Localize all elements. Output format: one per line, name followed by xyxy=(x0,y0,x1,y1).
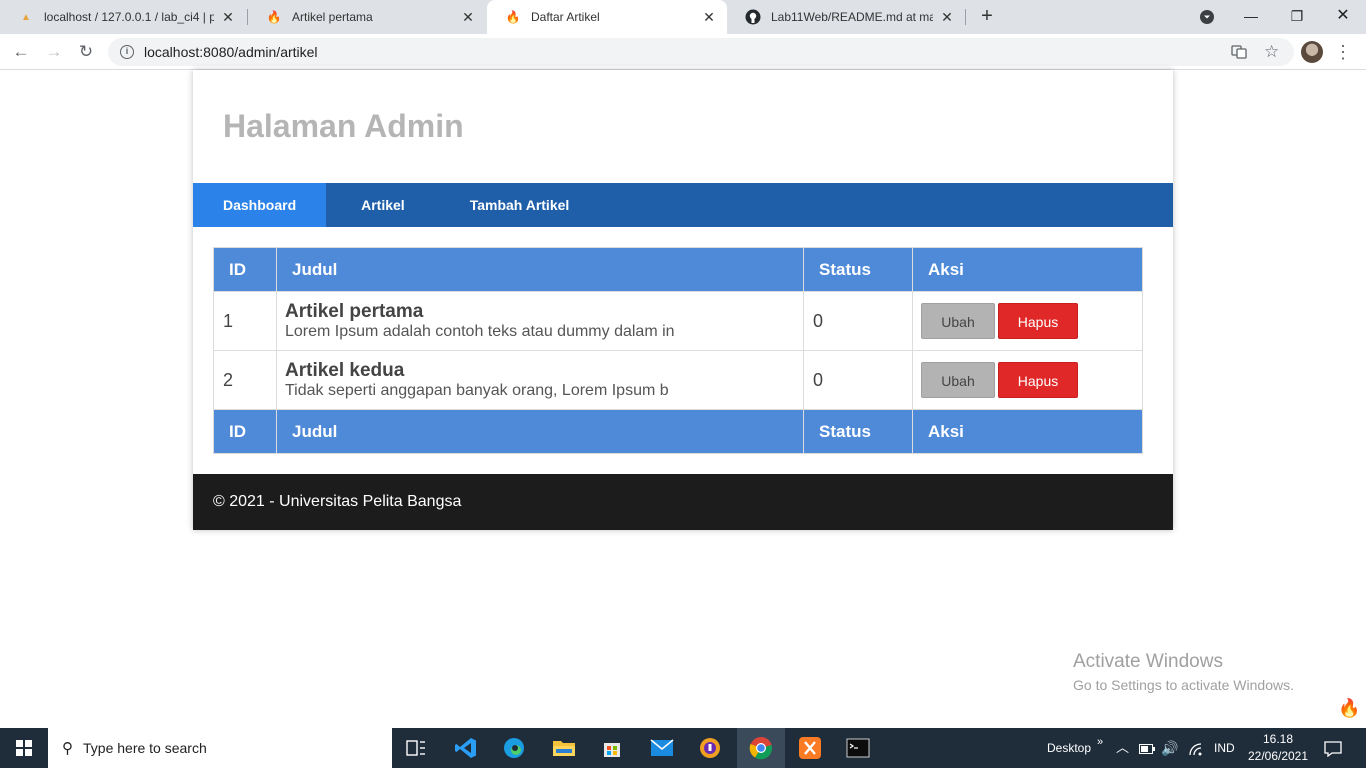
codeigniter-flame-icon: 🔥 xyxy=(505,10,521,24)
terminal-icon[interactable] xyxy=(834,728,882,768)
cell-status: 0 xyxy=(803,291,913,351)
xampp-icon[interactable] xyxy=(786,728,834,768)
article-title: Artikel pertama xyxy=(285,300,424,322)
clock-time: 16.18 xyxy=(1262,732,1294,746)
table-row: 2 Artikel kedua Tidak seperti anggapan b… xyxy=(213,350,1143,410)
cell-judul: Artikel pertama Lorem Ipsum adalah conto… xyxy=(276,291,804,351)
close-window-button[interactable]: ✕ xyxy=(1320,0,1366,34)
nav-tambah-artikel[interactable]: Tambah Artikel xyxy=(440,183,600,227)
close-icon[interactable]: ✕ xyxy=(220,9,236,26)
taskbar-search-box[interactable]: ⚲ Type here to search xyxy=(48,728,392,768)
delete-button[interactable]: Hapus xyxy=(998,362,1078,398)
bookmark-star-icon[interactable]: ☆ xyxy=(1264,38,1279,66)
tab-github-readme[interactable]: Lab11Web/README.md at main ✕ xyxy=(727,0,965,34)
header-aksi: Aksi xyxy=(912,247,1143,292)
tab-daftar-artikel[interactable]: 🔥 Daftar Artikel ✕ xyxy=(487,0,727,34)
edit-button[interactable]: Ubah xyxy=(921,362,995,398)
taskbar-clock[interactable]: 16.18 22/06/2021 xyxy=(1246,731,1310,765)
search-placeholder: Type here to search xyxy=(83,740,207,756)
article-title: Artikel kedua xyxy=(285,359,405,381)
back-arrow-icon[interactable]: ← xyxy=(9,40,33,64)
new-tab-button[interactable]: + xyxy=(976,5,998,27)
wifi-icon[interactable] xyxy=(1188,728,1204,768)
notification-icon[interactable] xyxy=(1324,728,1342,768)
cell-aksi: Ubah Hapus xyxy=(912,350,1143,410)
cell-status: 0 xyxy=(803,350,913,410)
vpn-shield-icon[interactable] xyxy=(686,728,734,768)
tab-search-button[interactable] xyxy=(1184,0,1230,34)
codeigniter-flame-icon: 🔥 xyxy=(266,10,282,24)
main-nav: Dashboard Artikel Tambah Artikel xyxy=(193,183,1173,227)
header-id: ID xyxy=(213,247,277,292)
show-hidden-icons-chevron-icon[interactable]: ︿ xyxy=(1116,728,1129,768)
vscode-icon[interactable] xyxy=(442,728,490,768)
article-table: ID Judul Status Aksi 1 Artikel pertama L… xyxy=(213,247,1143,454)
info-icon[interactable]: i xyxy=(120,45,134,59)
task-view-icon[interactable] xyxy=(392,728,440,768)
language-indicator[interactable]: IND xyxy=(1214,728,1235,768)
cell-id: 2 xyxy=(213,350,277,410)
cell-aksi: Ubah Hapus xyxy=(912,291,1143,351)
microsoft-store-icon[interactable] xyxy=(588,728,636,768)
close-icon[interactable]: ✕ xyxy=(939,9,955,26)
clock-date: 22/06/2021 xyxy=(1247,749,1309,763)
tab-phpmyadmin[interactable]: ▲ localhost / 127.0.0.1 / lab_ci4 | ph ✕ xyxy=(0,0,246,34)
tab-separator xyxy=(965,9,966,25)
content-area: ID Judul Status Aksi 1 Artikel pertama L… xyxy=(193,227,1173,474)
table-header-row: ID Judul Status Aksi xyxy=(213,247,1143,292)
search-icon: ⚲ xyxy=(62,740,73,757)
footer-status: Status xyxy=(803,409,913,454)
table-footer-row: ID Judul Status Aksi xyxy=(213,409,1143,454)
minimize-button[interactable]: — xyxy=(1228,0,1274,34)
start-button[interactable] xyxy=(0,728,48,768)
edge-icon[interactable] xyxy=(490,728,538,768)
reload-icon[interactable]: ↻ xyxy=(74,40,98,64)
footer-aksi: Aksi xyxy=(912,409,1143,454)
activate-windows-watermark: Activate Windows Go to Settings to activ… xyxy=(1073,651,1294,693)
volume-icon[interactable]: 🔊 xyxy=(1161,728,1178,768)
forward-arrow-icon[interactable]: → xyxy=(42,40,66,64)
table-row: 1 Artikel pertama Lorem Ipsum adalah con… xyxy=(213,291,1143,351)
profile-avatar[interactable] xyxy=(1301,41,1323,63)
cell-judul: Artikel kedua Tidak seperti anggapan ban… xyxy=(276,350,804,410)
chrome-icon[interactable] xyxy=(737,728,785,768)
page-title: Halaman Admin xyxy=(223,108,464,144)
toolbar-expand-icon[interactable]: » xyxy=(1097,722,1103,762)
restore-button[interactable]: ❐ xyxy=(1274,0,1320,34)
codeigniter-flame-icon: 🔥 xyxy=(1338,698,1361,718)
edit-button[interactable]: Ubah xyxy=(921,303,995,339)
footer-judul: Judul xyxy=(276,409,804,454)
close-icon[interactable]: ✕ xyxy=(701,9,717,26)
delete-button[interactable]: Hapus xyxy=(998,303,1078,339)
phpmyadmin-icon: ▲ xyxy=(21,11,31,23)
header-status: Status xyxy=(803,247,913,292)
cell-id: 1 xyxy=(213,291,277,351)
file-explorer-icon[interactable] xyxy=(540,728,588,768)
page-footer: © 2021 - Universitas Pelita Bangsa xyxy=(193,474,1173,530)
translate-icon[interactable] xyxy=(1231,38,1247,66)
scrollbar[interactable] xyxy=(1358,70,1366,728)
browser-tab-bar: ▲ localhost / 127.0.0.1 / lab_ci4 | ph ✕… xyxy=(0,0,1366,34)
close-icon[interactable]: ✕ xyxy=(460,9,476,26)
battery-icon[interactable] xyxy=(1139,728,1155,768)
windows-logo-icon xyxy=(16,740,32,756)
desktop-toolbar-label[interactable]: Desktop xyxy=(1047,728,1091,768)
address-bar: ← → ↻ i localhost:8080/admin/artikel ☆ xyxy=(0,34,1366,70)
nav-dashboard[interactable]: Dashboard xyxy=(193,183,327,227)
article-excerpt: Lorem Ipsum adalah contoh teks atau dumm… xyxy=(285,322,675,340)
article-excerpt: Tidak seperti anggapan banyak orang, Lor… xyxy=(285,381,669,399)
windows-taskbar: ⚲ Type here to search Desktop » ︿ 🔊 IND … xyxy=(0,728,1366,768)
tab-artikel-pertama[interactable]: 🔥 Artikel pertama ✕ xyxy=(248,0,486,34)
mail-icon[interactable] xyxy=(638,728,686,768)
menu-dots-icon[interactable]: ⋮ xyxy=(1334,40,1352,64)
nav-artikel[interactable]: Artikel xyxy=(326,183,440,227)
page-header: Halaman Admin xyxy=(193,70,1173,183)
url-field[interactable]: i localhost:8080/admin/artikel xyxy=(108,38,1294,66)
header-judul: Judul xyxy=(276,247,804,292)
footer-id: ID xyxy=(213,409,277,454)
admin-page-container: Halaman Admin Dashboard Artikel Tambah A… xyxy=(193,70,1173,530)
github-icon xyxy=(745,9,761,25)
